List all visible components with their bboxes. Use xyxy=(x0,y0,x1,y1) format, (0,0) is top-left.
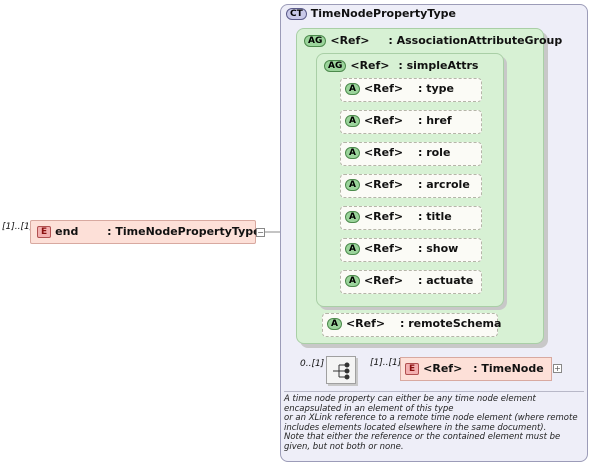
ag-badge: AG xyxy=(304,35,327,47)
attribute-actuate[interactable]: A <Ref> : actuate xyxy=(340,270,482,294)
attribute-name: : actuate xyxy=(417,274,474,287)
simple-attrs-label: AG <Ref> : simpleAttrs xyxy=(324,59,478,72)
end-element[interactable]: Eend : TimeNodePropertyType xyxy=(30,220,261,244)
attribute-ref: <Ref> xyxy=(363,114,404,127)
attribute-href[interactable]: A <Ref> : href xyxy=(340,110,482,134)
end-occurrence: [1]..[1] xyxy=(2,222,34,232)
attribute-show[interactable]: A <Ref> : show xyxy=(340,238,482,262)
attribute-name: : show xyxy=(417,242,459,255)
expand-icon[interactable]: + xyxy=(553,364,562,373)
association-name: : AssociationAttributeGroup xyxy=(388,34,563,47)
attribute-ref: <Ref> xyxy=(363,210,404,223)
element-name: end xyxy=(55,225,79,238)
attribute-badge: A xyxy=(345,243,360,255)
attribute-ref: <Ref> xyxy=(363,242,404,255)
complex-type-title: CT TimeNodePropertyType xyxy=(286,7,456,20)
association-ref: <Ref> xyxy=(330,34,370,47)
attribute-badge: A xyxy=(345,211,360,223)
attribute-arcrole[interactable]: A <Ref> : arcrole xyxy=(340,174,482,198)
association-group-label: AG <Ref> : AssociationAttributeGroup xyxy=(304,34,562,47)
attribute-ref: <Ref> xyxy=(363,274,404,287)
attribute-ref: <Ref> xyxy=(363,82,404,95)
attribute-badge: A xyxy=(327,318,342,330)
element-badge: E xyxy=(37,226,52,238)
documentation: A time node property can either be any t… xyxy=(284,394,584,453)
element-badge: E xyxy=(405,363,420,375)
simple-attrs-name: : simpleAttrs xyxy=(398,59,479,72)
attribute-remote-schema[interactable]: A <Ref> : remoteSchema xyxy=(322,313,502,337)
choice-occurrence: 0..[1] xyxy=(300,359,325,369)
attribute-name: : href xyxy=(417,114,452,127)
complex-type-badge: CT xyxy=(286,8,307,20)
attribute-name: : arcrole xyxy=(417,178,470,191)
time-node-element[interactable]: E <Ref> : TimeNode xyxy=(400,357,552,381)
attribute-ref: <Ref> xyxy=(363,146,404,159)
simple-attrs-ref: <Ref> xyxy=(350,59,390,72)
attribute-name: : title xyxy=(417,210,452,223)
complex-type-name: TimeNodePropertyType xyxy=(310,7,456,20)
choice-icon xyxy=(333,362,350,380)
attribute-badge: A xyxy=(345,115,360,127)
ag-badge: AG xyxy=(324,60,347,72)
attribute-name: : role xyxy=(417,146,451,159)
documentation-line: A time node property can either be any t… xyxy=(284,394,536,414)
attribute-title[interactable]: A <Ref> : title xyxy=(340,206,482,230)
attribute-badge: A xyxy=(345,83,360,95)
attribute-name: : type xyxy=(417,82,454,95)
attribute-type[interactable]: A <Ref> : type xyxy=(340,78,482,102)
attribute-role[interactable]: A <Ref> : role xyxy=(340,142,482,166)
choice-compositor[interactable] xyxy=(326,356,356,384)
time-node-ref: <Ref> xyxy=(423,362,463,375)
attribute-badge: A xyxy=(345,147,360,159)
element-type: : TimeNodePropertyType xyxy=(107,225,261,238)
time-node-name: : TimeNode xyxy=(473,362,544,375)
attribute-name: : remoteSchema xyxy=(399,317,502,330)
documentation-divider xyxy=(284,391,584,392)
time-node-occurrence: [1]..[1] xyxy=(370,358,402,368)
collapse-icon[interactable]: − xyxy=(256,228,265,237)
attribute-badge: A xyxy=(345,179,360,191)
documentation-line: Note that either the reference or the co… xyxy=(284,432,561,452)
attribute-badge: A xyxy=(345,275,360,287)
documentation-line: or an XLink reference to a remote time n… xyxy=(284,413,578,433)
attribute-ref: <Ref> xyxy=(363,178,404,191)
attribute-ref: <Ref> xyxy=(345,317,386,330)
